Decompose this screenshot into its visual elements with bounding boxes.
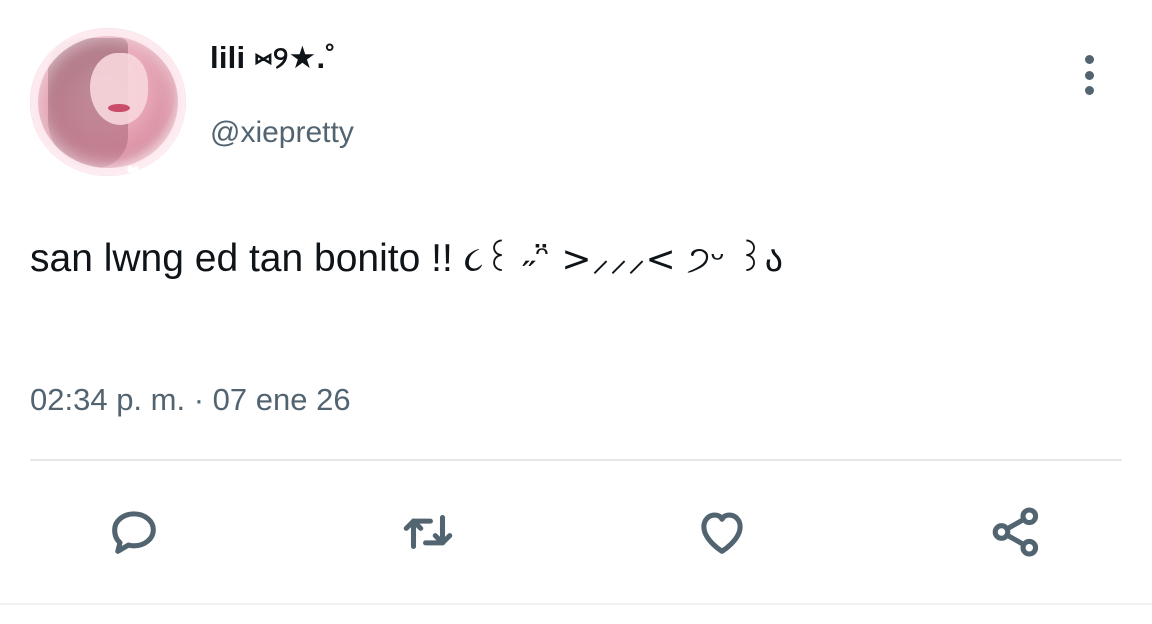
avatar-frame [30, 28, 186, 176]
author-display-name[interactable]: lili ⑅୨★.˚ [210, 40, 336, 77]
more-options-icon[interactable] [1070, 55, 1108, 95]
tweet-body: san lwng ed tan bonito !! [30, 237, 464, 280]
author-handle[interactable]: @xiepretty [210, 116, 354, 150]
share-icon[interactable] [986, 502, 1046, 562]
heart-decoration-icon: ♥ [125, 162, 141, 176]
reply-icon[interactable] [104, 502, 164, 562]
divider [30, 459, 1122, 461]
meta-separator: · [185, 382, 213, 417]
tweet-date: 07 ene 26 [212, 382, 351, 417]
tweet-kaomoji: ૮꒰ ˶ᵔ̈ >⸝⸝⸝< ੭ᵕ ꒱ა [463, 239, 784, 280]
avatar[interactable]: ♥ [30, 28, 186, 176]
tweet-timestamp[interactable]: 02:34 p. m. · 07 ene 26 [30, 382, 351, 418]
like-icon[interactable] [692, 502, 752, 562]
bottom-divider [0, 603, 1152, 605]
tweet-text: san lwng ed tan bonito !! ૮꒰ ˶ᵔ̈ >⸝⸝⸝< ੭… [30, 232, 783, 282]
retweet-icon[interactable] [398, 502, 458, 562]
tweet-time: 02:34 p. m. [30, 382, 186, 417]
